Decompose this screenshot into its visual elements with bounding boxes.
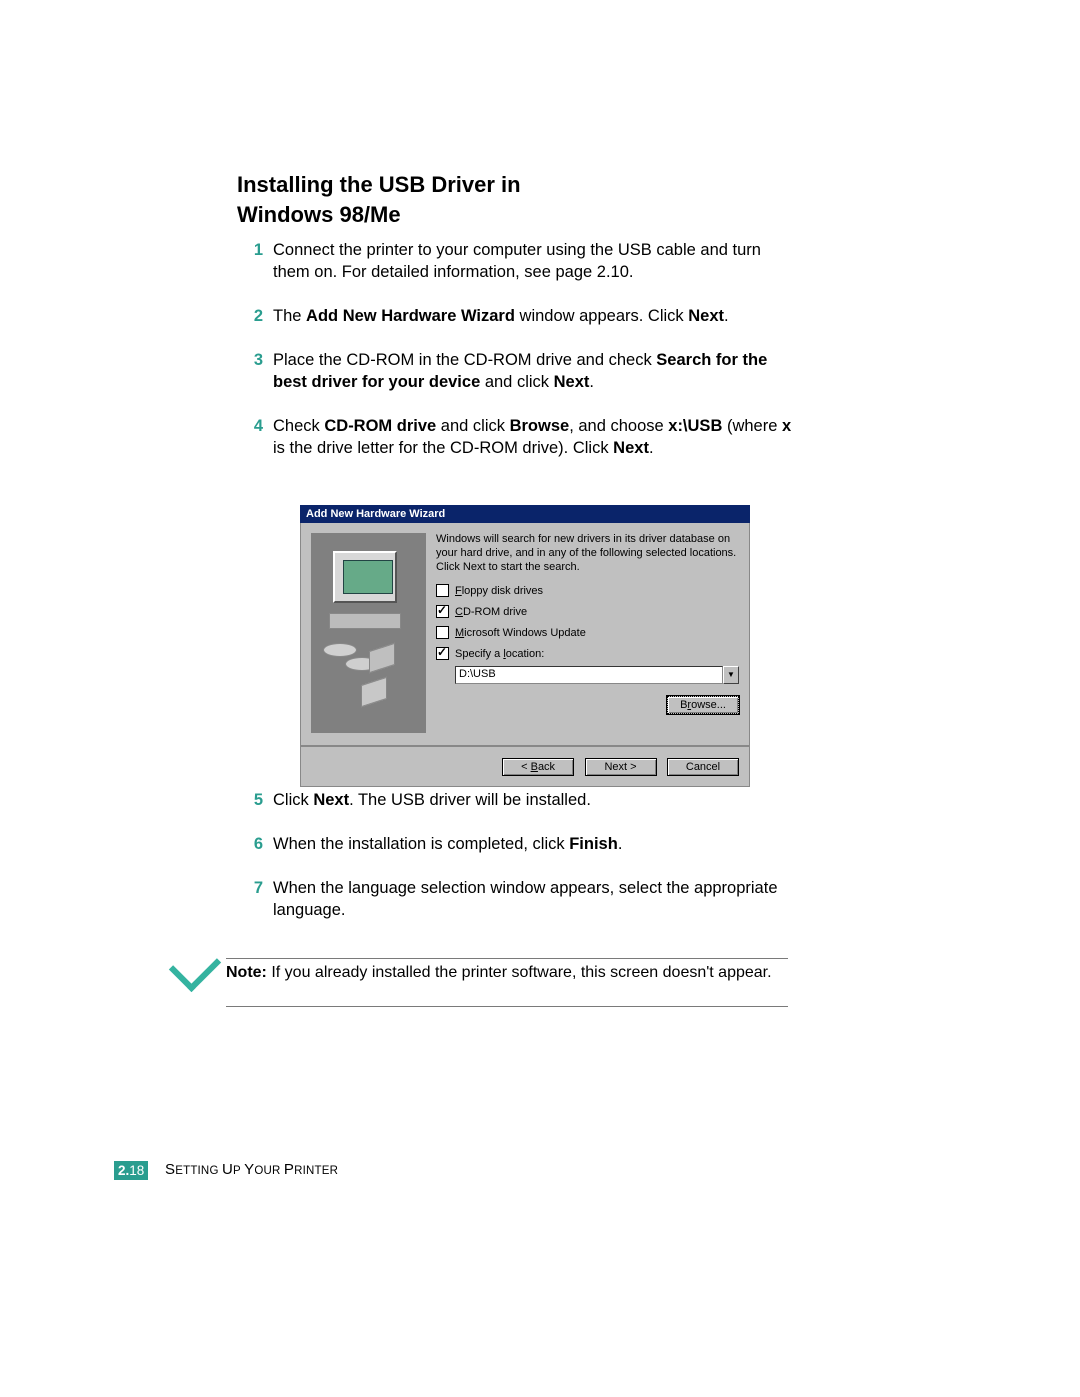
check-windows-update-row[interactable]: Microsoft Windows Update bbox=[436, 626, 739, 639]
step-7: 7 When the language selection window app… bbox=[237, 878, 797, 922]
check-specify-location-row[interactable]: Specify a location: bbox=[436, 647, 739, 660]
steps-lower: 5 Click Next. The USB driver will be ins… bbox=[237, 790, 797, 944]
monitor-icon bbox=[333, 551, 397, 603]
step-2: 2 The Add New Hardware Wizard window app… bbox=[237, 306, 797, 328]
add-new-hardware-wizard: Add New Hardware Wizard Windows will sea… bbox=[300, 505, 750, 787]
step-5: 5 Click Next. The USB driver will be ins… bbox=[237, 790, 797, 812]
heading-line2: Windows 98/Me bbox=[237, 202, 401, 227]
step-text: Connect the printer to your computer usi… bbox=[273, 240, 797, 284]
steps-upper: 1 Connect the printer to your computer u… bbox=[237, 240, 797, 482]
wizard-description: Windows will search for new drivers in i… bbox=[436, 533, 739, 574]
wizard-footer: < Back Next > Cancel bbox=[300, 746, 750, 787]
step-6: 6 When the installation is completed, cl… bbox=[237, 834, 797, 856]
step-text: When the installation is completed, clic… bbox=[273, 834, 797, 856]
wizard-titlebar: Add New Hardware Wizard bbox=[300, 505, 750, 523]
step-text: Place the CD-ROM in the CD-ROM drive and… bbox=[273, 350, 797, 394]
checkbox-specify-location[interactable] bbox=[436, 647, 449, 660]
cd-icon bbox=[323, 643, 357, 657]
browse-button[interactable]: Browse... bbox=[667, 696, 739, 714]
step-1: 1 Connect the printer to your computer u… bbox=[237, 240, 797, 284]
check-floppy-row[interactable]: Floppy disk drives bbox=[436, 584, 739, 597]
check-label: Specify a location: bbox=[455, 648, 544, 660]
back-button[interactable]: < Back bbox=[502, 758, 574, 776]
step-number: 6 bbox=[237, 834, 263, 856]
next-button[interactable]: Next > bbox=[585, 758, 657, 776]
note-text: Note: If you already installed the print… bbox=[226, 963, 788, 984]
step-number: 4 bbox=[237, 416, 263, 438]
checkbox-cdrom[interactable] bbox=[436, 605, 449, 618]
dropdown-arrow-icon[interactable]: ▼ bbox=[723, 666, 739, 684]
checkbox-floppy[interactable] bbox=[436, 584, 449, 597]
note-rule bbox=[226, 1006, 788, 1007]
check-cdrom-row[interactable]: CD-ROM drive bbox=[436, 605, 739, 618]
location-input[interactable]: D:\USB bbox=[455, 666, 723, 684]
check-label: Microsoft Windows Update bbox=[455, 627, 586, 639]
note-rule bbox=[226, 958, 788, 959]
location-input-row: D:\USB ▼ bbox=[455, 666, 739, 684]
step-number: 5 bbox=[237, 790, 263, 812]
step-number: 2 bbox=[237, 306, 263, 328]
wizard-content: Windows will search for new drivers in i… bbox=[436, 533, 739, 733]
check-label: CD-ROM drive bbox=[455, 606, 527, 618]
floppy-icon bbox=[361, 677, 387, 707]
page-number-badge: 2.18 bbox=[114, 1161, 148, 1180]
section-heading: Installing the USB Driver in Windows 98/… bbox=[237, 170, 521, 229]
chapter-label: SETTING UP YOUR PRINTER bbox=[165, 1161, 338, 1178]
step-text: When the language selection window appea… bbox=[273, 878, 797, 922]
step-number: 1 bbox=[237, 240, 263, 262]
step-number: 7 bbox=[237, 878, 263, 900]
heading-line1: Installing the USB Driver in bbox=[237, 172, 521, 197]
computer-base-icon bbox=[329, 613, 401, 629]
step-number: 3 bbox=[237, 350, 263, 372]
step-3: 3 Place the CD-ROM in the CD-ROM drive a… bbox=[237, 350, 797, 394]
check-label: Floppy disk drives bbox=[455, 585, 543, 597]
step-text: Click Next. The USB driver will be insta… bbox=[273, 790, 797, 812]
wizard-body: Windows will search for new drivers in i… bbox=[300, 523, 750, 746]
wizard-illustration bbox=[311, 533, 426, 733]
cancel-button[interactable]: Cancel bbox=[667, 758, 739, 776]
step-text: The Add New Hardware Wizard window appea… bbox=[273, 306, 797, 328]
checkbox-windows-update[interactable] bbox=[436, 626, 449, 639]
note-checkmark-icon bbox=[170, 940, 220, 990]
step-4: 4 Check CD-ROM drive and click Browse, a… bbox=[237, 416, 797, 460]
floppy-icon bbox=[369, 643, 395, 673]
step-text: Check CD-ROM drive and click Browse, and… bbox=[273, 416, 797, 460]
